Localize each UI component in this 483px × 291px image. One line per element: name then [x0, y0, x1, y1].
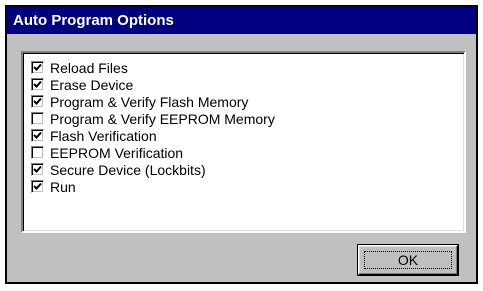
- option-label: Run: [50, 178, 76, 195]
- option-label: EEPROM Verification: [50, 144, 184, 161]
- option-program-verify-eeprom[interactable]: Program & Verify EEPROM Memory: [31, 110, 275, 127]
- option-run[interactable]: Run: [31, 178, 76, 195]
- option-reload-files[interactable]: Reload Files: [31, 59, 128, 76]
- option-erase-device[interactable]: Erase Device: [31, 76, 133, 93]
- option-label: Reload Files: [50, 59, 128, 76]
- option-eeprom-verification[interactable]: EEPROM Verification: [31, 144, 183, 161]
- option-label: Flash Verification: [50, 127, 157, 144]
- options-list[interactable]: Reload Files Erase Device Program & Veri…: [21, 51, 466, 233]
- run-checkbox[interactable]: [31, 180, 44, 193]
- erase-device-checkbox[interactable]: [31, 78, 44, 91]
- option-label: Secure Device (Lockbits): [50, 161, 206, 178]
- option-label: Program & Verify Flash Memory: [50, 93, 249, 110]
- secure-device-checkbox[interactable]: [31, 163, 44, 176]
- checkmark-icon: [33, 63, 42, 71]
- eeprom-verification-checkbox[interactable]: [31, 146, 44, 159]
- option-flash-verification[interactable]: Flash Verification: [31, 127, 157, 144]
- auto-program-options-dialog: Auto Program Options Reload Files Erase …: [5, 5, 478, 284]
- checkmark-icon: [33, 97, 42, 105]
- program-verify-flash-checkbox[interactable]: [31, 95, 44, 108]
- reload-files-checkbox[interactable]: [31, 61, 44, 74]
- checkmark-icon: [33, 182, 42, 190]
- checkmark-icon: [33, 80, 42, 88]
- option-label: Erase Device: [50, 76, 134, 93]
- option-program-verify-flash[interactable]: Program & Verify Flash Memory: [31, 93, 248, 110]
- flash-verification-checkbox[interactable]: [31, 129, 44, 142]
- ok-button[interactable]: OK: [358, 245, 458, 275]
- option-secure-device[interactable]: Secure Device (Lockbits): [31, 161, 206, 178]
- checkmark-icon: [33, 131, 42, 139]
- ok-button-label: OK: [364, 251, 452, 269]
- program-verify-eeprom-checkbox[interactable]: [31, 112, 44, 125]
- dialog-title: Auto Program Options: [7, 7, 476, 34]
- checkmark-icon: [33, 165, 42, 173]
- option-label: Program & Verify EEPROM Memory: [50, 110, 275, 127]
